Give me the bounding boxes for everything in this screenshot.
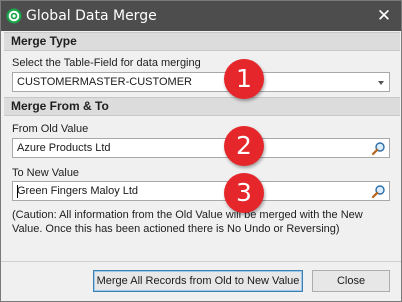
table-field-value: CUSTOMERMASTER-CUSTOMER: [17, 76, 192, 88]
footer-divider: [1, 261, 401, 262]
callout-marker-1: 1: [224, 59, 264, 99]
old-value-field[interactable]: Azure Products Ltd: [12, 138, 390, 158]
table-field-label: Select the Table-Field for data merging: [12, 57, 201, 69]
merge-type-header: Merge Type: [4, 32, 400, 51]
close-icon[interactable]: ✕: [367, 1, 401, 31]
magnifier-lookup-icon[interactable]: [371, 141, 386, 156]
merge-from-to-header: Merge From & To: [4, 97, 400, 116]
table-field-dropdown[interactable]: CUSTOMERMASTER-CUSTOMER: [12, 72, 390, 92]
old-value-text: Azure Products Ltd: [17, 142, 111, 154]
merge-all-records-button[interactable]: Merge All Records from Old to New Value: [93, 270, 303, 292]
dropdown-arrow-icon[interactable]: [378, 81, 384, 85]
new-value-label: To New Value: [12, 167, 80, 179]
title-bar: Global Data Merge ✕: [1, 1, 401, 31]
old-value-label: From Old Value: [12, 123, 89, 135]
magnifier-lookup-icon[interactable]: [371, 184, 386, 199]
new-value-text: Green Fingers Maloy Ltd: [17, 185, 139, 197]
new-value-field[interactable]: Green Fingers Maloy Ltd: [12, 181, 390, 201]
callout-marker-2: 2: [224, 126, 264, 166]
app-logo-icon: [6, 8, 22, 24]
global-data-merge-dialog: Global Data Merge ✕ Merge Type Select th…: [0, 0, 402, 302]
caution-text: (Caution: All information from the Old V…: [12, 209, 363, 235]
callout-marker-3: 3: [224, 173, 264, 213]
close-button[interactable]: Close: [312, 270, 390, 292]
window-title: Global Data Merge: [26, 8, 157, 24]
